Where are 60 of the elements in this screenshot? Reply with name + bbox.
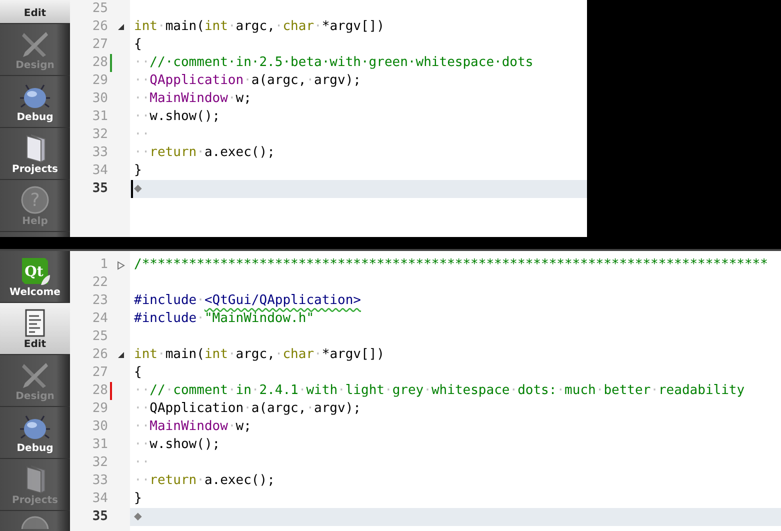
- mode-button[interactable]: Edit: [0, 303, 70, 356]
- code-line: ◆: [134, 180, 142, 198]
- help-icon: ?: [19, 184, 51, 216]
- line-number: 25: [91, 0, 108, 18]
- fold-marker-icon[interactable]: [117, 23, 125, 31]
- line-number: 35: [91, 508, 108, 526]
- line-number: 32: [91, 454, 108, 472]
- line-number: 31: [91, 436, 108, 454]
- line-number: 31: [91, 108, 108, 126]
- code-line: ··w.show();: [134, 436, 220, 454]
- code-line: ··: [134, 454, 150, 472]
- line-number: 34: [91, 162, 108, 180]
- code-editor[interactable]: [70, 0, 587, 238]
- line-number: 35: [91, 180, 108, 198]
- fold-marker-icon[interactable]: [117, 260, 125, 270]
- line-number: 27: [91, 364, 108, 382]
- line-number: 24: [91, 310, 108, 328]
- code-line: /********************************************************************************: [134, 256, 768, 274]
- line-number: 30: [91, 90, 108, 108]
- line-number: 22: [91, 274, 108, 292]
- code-line: }: [134, 490, 142, 508]
- line-number: 33: [91, 144, 108, 162]
- mode-button[interactable]: Debug: [0, 76, 70, 128]
- code-line: ··QApplication·a(argc,·argv);: [134, 72, 361, 90]
- code-line: int·main(int·argc,·char·*argv[]): [134, 18, 384, 36]
- fold-marker-icon[interactable]: [117, 351, 125, 360]
- code-line: ◆: [134, 508, 142, 526]
- code-line: ··QApplication·a(argc,·argv);: [134, 400, 361, 418]
- line-number: 33: [91, 472, 108, 490]
- code-line: ··: [134, 126, 150, 144]
- code-line: ··w.show();: [134, 108, 220, 126]
- line-number: 29: [91, 72, 108, 90]
- code-line: ··//·comment·in·2.4.1·with·light·grey·whitespace·dots:·much·better·readability: [134, 382, 745, 400]
- line-number: 32: [91, 126, 108, 144]
- line-number: 25: [91, 328, 108, 346]
- code-line: {: [134, 364, 142, 382]
- mode-button[interactable]: Projects: [0, 128, 70, 180]
- code-line: #include·"MainWindow.h": [134, 310, 314, 328]
- code-line: ··MainWindow·w;: [134, 418, 252, 436]
- code-line: }: [134, 162, 142, 180]
- line-number: 27: [91, 36, 108, 54]
- line-number: 23: [91, 292, 108, 310]
- mode-button[interactable]: Debug: [0, 407, 70, 460]
- code-line: int·main(int·argc,·char·*argv[]): [134, 346, 384, 364]
- line-number: 30: [91, 418, 108, 436]
- code-line: #include·<QtGui/QApplication>: [134, 292, 361, 310]
- code-line: {: [134, 36, 142, 54]
- code-line: ··return·a.exec();: [134, 472, 275, 490]
- line-number: 34: [91, 490, 108, 508]
- code-line: ··MainWindow·w;: [134, 90, 252, 108]
- line-number: 28: [91, 382, 108, 400]
- line-number: 1: [99, 256, 108, 274]
- line-number: 28: [91, 54, 108, 72]
- mode-button[interactable]: Edit: [0, 0, 70, 24]
- code-editor[interactable]: [70, 251, 781, 531]
- code-line: ··return·a.exec();: [134, 144, 275, 162]
- code-line: ··//·comment·in·2.5·beta·with·green·whitespace·dots: [134, 54, 534, 72]
- line-number: 29: [91, 400, 108, 418]
- line-number: 26: [91, 346, 108, 364]
- line-number: 26: [91, 18, 108, 36]
